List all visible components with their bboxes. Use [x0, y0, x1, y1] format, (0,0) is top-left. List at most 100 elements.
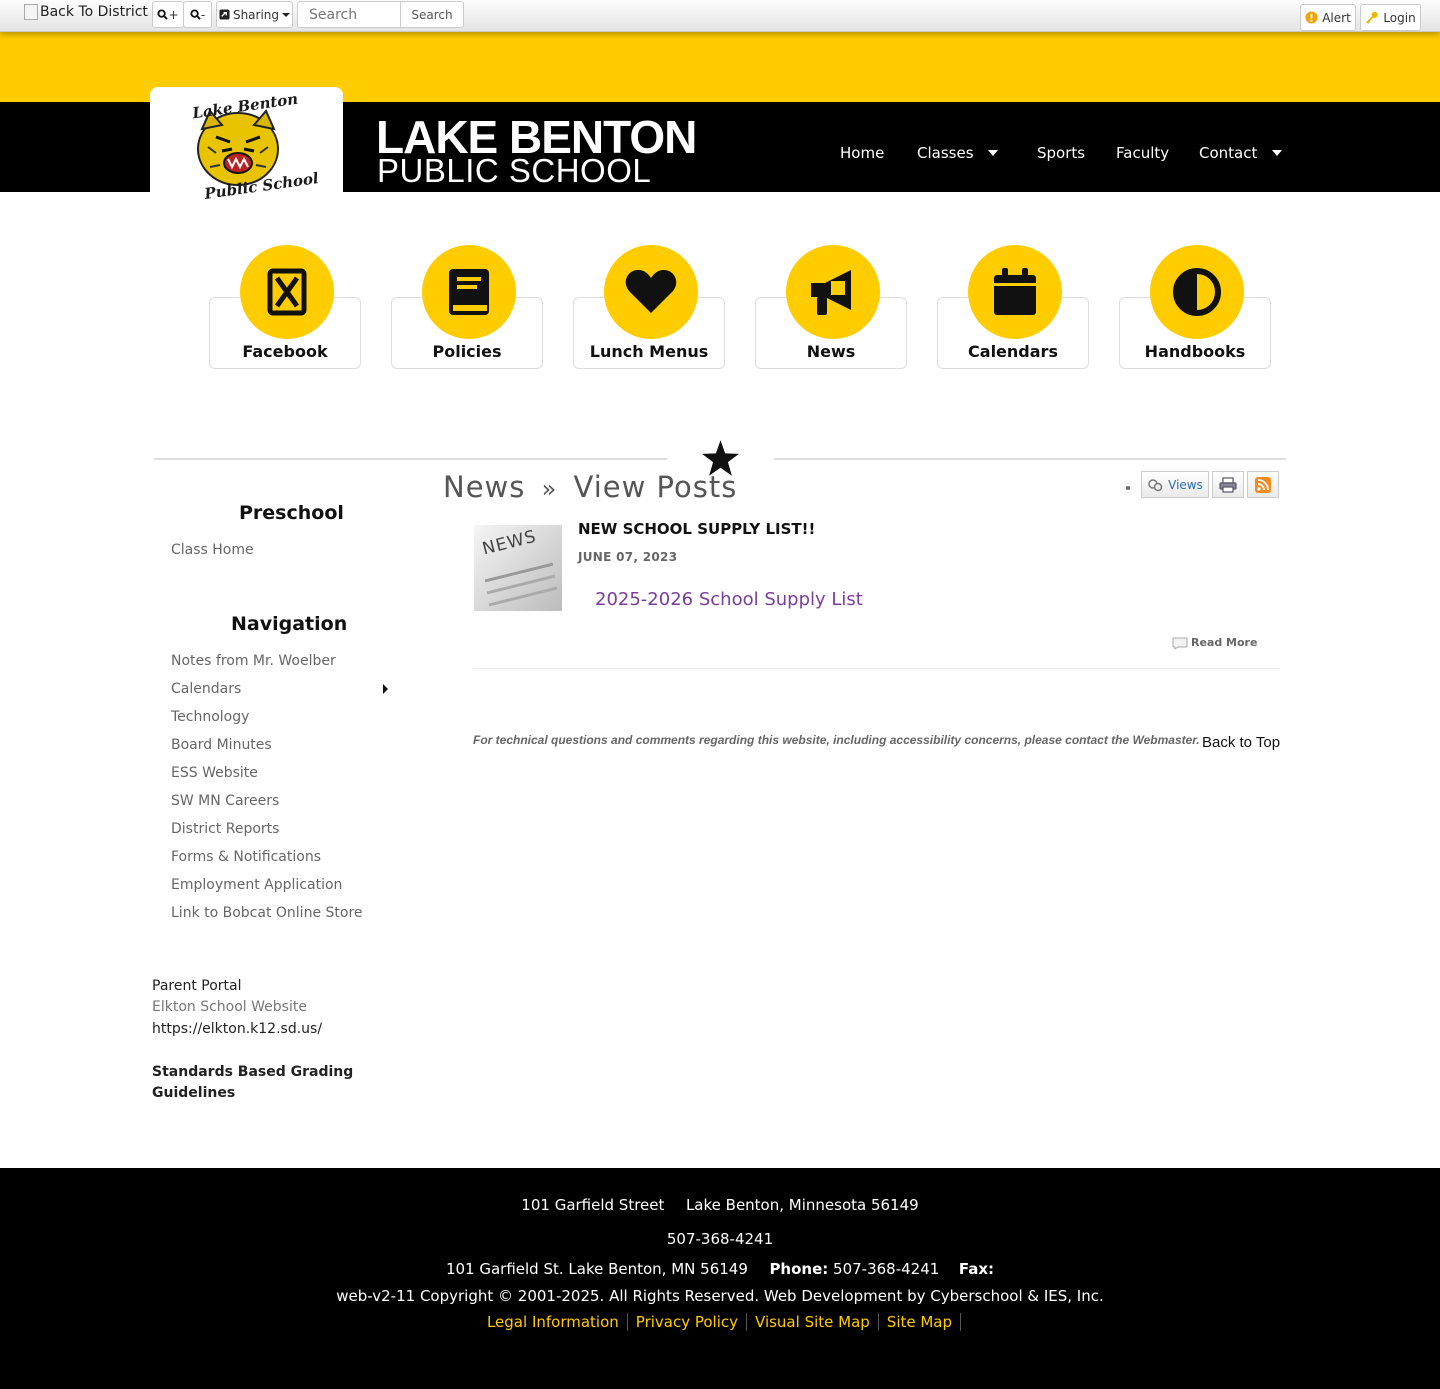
footer-street: 101 Garfield Street: [521, 1196, 665, 1214]
share-icon: [219, 9, 230, 20]
views-icon: [1148, 478, 1163, 491]
sidebar-item-sw-mn-careers[interactable]: SW MN Careers: [171, 793, 279, 809]
breadcrumb-current: View Posts: [573, 470, 738, 504]
footer-fax-label: Fax:: [958, 1260, 995, 1278]
quicklink-label: Facebook: [242, 342, 328, 361]
list-bullet: [1126, 486, 1130, 490]
read-more-link[interactable]: Read More: [1191, 636, 1257, 649]
preschool-heading: Preschool: [239, 502, 344, 524]
breadcrumb-separator: »: [541, 475, 558, 503]
sidebar-item-district-reports[interactable]: District Reports: [171, 821, 279, 837]
quicklink-label: Lunch Menus: [589, 342, 709, 361]
zoom-out-button[interactable]: -: [183, 1, 212, 28]
school-logo[interactable]: Lake Benton Public School: [150, 87, 343, 207]
caret-down-icon: [282, 12, 291, 17]
parent-portal-link[interactable]: Parent Portal: [152, 978, 242, 994]
submenu-arrow-icon[interactable]: [383, 684, 388, 694]
sidebar-item-class-home[interactable]: Class Home: [171, 542, 254, 558]
zoom-in-button[interactable]: +: [152, 1, 184, 28]
sidebar-item-technology[interactable]: Technology: [171, 709, 249, 725]
grading-link-line1[interactable]: Standards Based Grading: [152, 1064, 353, 1080]
facebook-icon: [240, 245, 334, 339]
news-thumbnail-text: NEWS: [480, 526, 539, 560]
rss-button[interactable]: [1247, 471, 1279, 498]
print-button[interactable]: [1212, 471, 1244, 498]
sidebar-item-notes[interactable]: Notes from Mr. Woelber: [171, 653, 336, 669]
magnifier-icon: [157, 9, 169, 20]
back-to-district-label: Back To District: [40, 4, 148, 20]
login-label: Login: [1383, 10, 1416, 25]
zoom-out-label: -: [200, 7, 206, 22]
views-button[interactable]: Views: [1141, 471, 1209, 498]
nav-contact[interactable]: Contact: [1199, 144, 1257, 162]
search-button[interactable]: Search: [400, 1, 464, 28]
top-toolbar: Back To District + - Sharing Search Aler…: [0, 0, 1440, 32]
zoom-in-label: +: [168, 7, 179, 22]
visual-site-map-link[interactable]: Visual Site Map: [747, 1313, 879, 1331]
rss-icon: [1255, 476, 1271, 493]
comment-icon: [1172, 637, 1188, 650]
views-label: Views: [1168, 477, 1203, 492]
back-to-district-link[interactable]: Back To District: [24, 4, 148, 20]
megaphone-icon: [786, 245, 880, 339]
post-title[interactable]: NEW SCHOOL SUPPLY LIST!!: [578, 520, 815, 538]
footer-city: Lake Benton, Minnesota 56149: [685, 1196, 919, 1214]
sidebar-item-forms[interactable]: Forms & Notifications: [171, 849, 321, 865]
divider-left: [154, 458, 667, 460]
alert-icon: [1305, 11, 1318, 24]
sharing-label: Sharing: [232, 7, 280, 22]
supply-list-link[interactable]: 2025-2026 School Supply List: [595, 589, 863, 610]
privacy-policy-link[interactable]: Privacy Policy: [627, 1313, 748, 1331]
nav-classes[interactable]: Classes: [917, 144, 974, 162]
nav-sports[interactable]: Sports: [1037, 144, 1085, 162]
footer-contact: 101 Garfield St. Lake Benton, MN 56149 P…: [0, 1260, 1440, 1278]
quicklink-label: Handbooks: [1144, 342, 1246, 361]
alert-button[interactable]: Alert: [1300, 4, 1356, 31]
quicklink-label: News: [806, 342, 856, 361]
magnifier-icon: [190, 9, 201, 20]
navigation-heading: Navigation: [231, 613, 348, 635]
footer-phone: 507-368-4241: [666, 1230, 774, 1248]
school-subtitle: PUBLIC SCHOOL: [377, 152, 652, 189]
sharing-dropdown[interactable]: Sharing: [216, 1, 293, 28]
grading-link-line2[interactable]: Guidelines: [152, 1085, 235, 1101]
contact-caret-icon[interactable]: [1272, 150, 1282, 156]
nav-faculty[interactable]: Faculty: [1116, 144, 1169, 162]
search-input[interactable]: [297, 1, 401, 28]
footer-phone-value: 507-368-4241: [833, 1260, 940, 1278]
divider-right: [774, 458, 1286, 460]
footer-links: Legal Information Privacy Policy Visual Si…: [0, 1313, 1440, 1331]
post-divider: [473, 668, 1280, 669]
news-thumbnail[interactable]: NEWS: [474, 525, 562, 611]
quicklink-label: Calendars: [968, 342, 1058, 361]
calendar-icon: [968, 245, 1062, 339]
nav-home[interactable]: Home: [840, 144, 884, 162]
quicklink-label: Policies: [432, 342, 502, 361]
alert-label: Alert: [1322, 10, 1351, 25]
footer-address: 101 Garfield Street Lake Benton, Minneso…: [0, 1196, 1440, 1214]
elkton-url[interactable]: https://elkton.k12.sd.us/: [152, 1021, 322, 1037]
post-date: JUNE 07, 2023: [578, 550, 678, 564]
heart-icon: [604, 245, 698, 339]
site-map-link[interactable]: Site Map: [878, 1313, 962, 1331]
legal-information-link[interactable]: Legal Information: [478, 1313, 628, 1331]
footer-contact-address: 101 Garfield St. Lake Benton, MN 56149: [445, 1260, 748, 1278]
sidebar-item-calendars[interactable]: Calendars: [171, 681, 241, 697]
classes-caret-icon[interactable]: [988, 150, 998, 156]
key-icon: [1366, 11, 1378, 24]
sidebar-item-board-minutes[interactable]: Board Minutes: [171, 737, 272, 753]
sidebar-item-ess-website[interactable]: ESS Website: [171, 765, 258, 781]
elkton-website-link[interactable]: Elkton School Website: [152, 999, 307, 1015]
broken-image-icon: [24, 4, 38, 20]
sidebar-item-bobcat-store[interactable]: Link to Bobcat Online Store: [171, 905, 363, 921]
back-to-top-link[interactable]: Back to Top: [1202, 734, 1280, 751]
footer-copyright: web-v2-11 Copyright © 2001-2025. All Rig…: [336, 1287, 1104, 1305]
sidebar-item-employment[interactable]: Employment Application: [171, 877, 342, 893]
book-icon: [422, 245, 516, 339]
page-title: News » View Posts: [443, 470, 737, 504]
contrast-icon: [1150, 245, 1244, 339]
breadcrumb-news[interactable]: News: [443, 470, 525, 504]
webmaster-notice[interactable]: For technical questions and comments reg…: [473, 733, 1200, 747]
login-button[interactable]: Login: [1360, 4, 1421, 31]
footer-phone-label: Phone:: [769, 1260, 829, 1278]
